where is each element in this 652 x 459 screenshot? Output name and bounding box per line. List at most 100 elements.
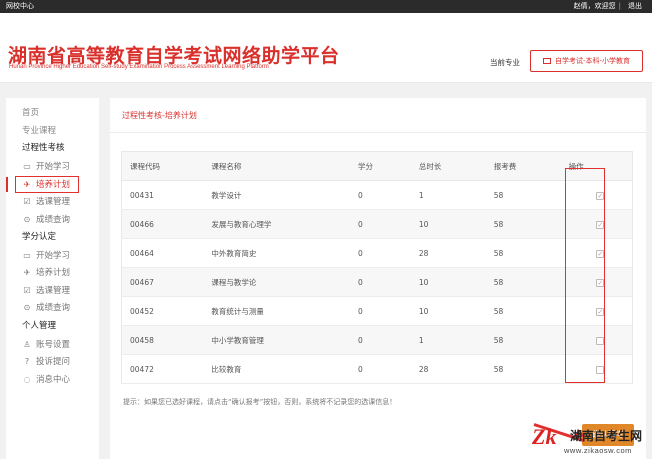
sidebar-item-messages[interactable]: ◌ 消息中心 xyxy=(6,372,99,388)
table-cell-fee: 58 xyxy=(493,209,569,239)
table-cell-name: 中小学教育管理 xyxy=(211,325,359,355)
table-cell-code: 00452 xyxy=(121,296,212,326)
table-cell-name: 发展与教育心理学 xyxy=(211,209,359,239)
sidebar-item-label: 投诉提问 xyxy=(36,357,71,367)
search-icon: ⊙ xyxy=(23,215,31,224)
watermark-name: 湖南自考生网 xyxy=(570,429,643,443)
table-cell-credit: 0 xyxy=(358,238,419,268)
monitor-icon: ▭ xyxy=(23,162,31,171)
table-row: 00458 中小学教育管理 0 1 58 xyxy=(121,325,633,355)
table-cell-credit: 0 xyxy=(358,180,419,210)
table-cell-credit: 0 xyxy=(358,267,419,297)
table-row: 00452 教育统计与测量 0 10 58 ✓ xyxy=(121,296,633,326)
sidebar-item-label: 选课管理 xyxy=(36,286,71,296)
column-header: 学分 xyxy=(358,151,419,181)
user-area: 赵倩，欢迎您 | 退出 xyxy=(571,0,642,13)
table-cell-fee: 58 xyxy=(493,238,569,268)
sidebar-item-label: 开始学习 xyxy=(36,162,71,172)
table-cell-name: 教学设计 xyxy=(211,180,359,210)
watermark-logo: Zk xyxy=(532,424,557,449)
divider xyxy=(110,132,646,133)
table-cell-fee: 58 xyxy=(493,296,569,326)
table-cell-hours: 10 xyxy=(418,296,494,326)
table-cell-name: 教育统计与测量 xyxy=(211,296,359,326)
user-icon: ♙ xyxy=(23,340,31,349)
sidebar-item-complaint[interactable]: ? 投诉提问 xyxy=(6,354,99,370)
table-cell-code: 00472 xyxy=(121,354,212,384)
sidebar-item-home[interactable]: 首页 xyxy=(6,105,99,121)
sidebar-item-training-plan-2[interactable]: ✈ 培养计划 xyxy=(6,265,99,281)
table-cell-hours: 28 xyxy=(418,354,494,384)
highlight-box xyxy=(565,168,605,383)
tip-text: 提示：如果您已选好课程，请点击“确认报考”按钮，否则，系统将不记录您的选课信息！ xyxy=(123,398,397,406)
user-greeting: 赵倩，欢迎您 xyxy=(573,2,616,10)
sidebar-item-course-select[interactable]: ☑ 选课管理 xyxy=(6,194,99,210)
table-cell-fee: 58 xyxy=(493,180,569,210)
table-cell-hours: 1 xyxy=(418,325,494,355)
site-center-link[interactable]: 网校中心 xyxy=(6,0,34,13)
table-cell-code: 00431 xyxy=(121,180,212,210)
watermark: Zk 湖南自考生网 www.zikaosw.com xyxy=(532,424,652,459)
sidebar-item-start-study[interactable]: ▭ 开始学习 xyxy=(6,159,99,175)
column-header: 总时长 xyxy=(418,151,494,181)
rocket-icon: ✈ xyxy=(23,268,31,277)
table-row: 00431 教学设计 0 1 58 ✓ xyxy=(121,180,633,210)
table-body: 00431 教学设计 0 1 58 ✓ 00466 发展与教育心理学 0 10 58 ✓ 00464 中外… xyxy=(121,180,633,384)
sidebar-item-label: 培养计划 xyxy=(36,268,71,278)
active-indicator xyxy=(6,177,8,192)
table-cell-hours: 1 xyxy=(418,180,494,210)
sidebar-item-label: 开始学习 xyxy=(36,251,71,261)
sidebar-item-score-query[interactable]: ⊙ 成绩查询 xyxy=(6,212,99,228)
table-header-row: 课程代码 课程名称 学分 总时长 报考费 操作 xyxy=(121,151,633,181)
table-cell-credit: 0 xyxy=(358,325,419,355)
sidebar-item-label: 成绩查询 xyxy=(36,303,71,313)
separator: | xyxy=(618,2,621,10)
highlight-box xyxy=(15,176,79,193)
sidebar-item-label: 选课管理 xyxy=(36,197,71,207)
sidebar: 首页 专业课程 过程性考核 ▭ 开始学习 ✈ 培养计划 ☑ 选课管理 ⊙ 成绩查询 学分… xyxy=(6,98,99,459)
table-cell-credit: 0 xyxy=(358,354,419,384)
page-subtitle: Hunan Province Higher Education Self-stu… xyxy=(9,64,269,70)
table-row: 00466 发展与教育心理学 0 10 58 ✓ xyxy=(121,209,633,239)
question-icon: ? xyxy=(24,357,30,366)
sidebar-item-course-select-2[interactable]: ☑ 选课管理 xyxy=(6,283,99,299)
course-table: 课程代码 课程名称 学分 总时长 报考费 操作 00431 教学设计 0 1 58 ✓ 00… xyxy=(121,151,633,384)
table-cell-code: 00458 xyxy=(121,325,212,355)
sidebar-item-start-study-2[interactable]: ▭ 开始学习 xyxy=(6,248,99,264)
top-bar: 网校中心 赵倩，欢迎您 | 退出 xyxy=(0,0,652,13)
sidebar-item-score-query-2[interactable]: ⊙ 成绩查询 xyxy=(6,300,99,316)
table-cell-fee: 58 xyxy=(493,354,569,384)
watermark-url: www.zikaosw.com xyxy=(564,446,632,455)
table-cell-hours: 10 xyxy=(418,209,494,239)
table-row: 00467 课程与教学论 0 10 58 ✓ xyxy=(121,267,633,297)
table-row: 00464 中外教育简史 0 28 58 ✓ xyxy=(121,238,633,268)
logout-link[interactable]: 退出 xyxy=(628,2,642,10)
sidebar-item-label: 成绩查询 xyxy=(36,215,71,225)
message-icon: ◌ xyxy=(23,375,31,384)
table-row: 00472 比较教育 0 28 58 xyxy=(121,354,633,384)
search-icon: ⊙ xyxy=(23,303,31,312)
table-cell-code: 00466 xyxy=(121,209,212,239)
table-cell-name: 课程与教学论 xyxy=(211,267,359,297)
table-cell-code: 00467 xyxy=(121,267,212,297)
column-header: 课程代码 xyxy=(121,151,212,181)
sidebar-section-personal[interactable]: 个人管理 xyxy=(6,318,99,334)
sidebar-section-credit[interactable]: 学分认定 xyxy=(6,229,99,245)
sidebar-section-process[interactable]: 过程性考核 xyxy=(6,140,99,156)
header: 湖南省高等教育自学考试网络助学平台 Hunan Province Higher … xyxy=(0,13,652,83)
sidebar-item-courses[interactable]: 专业课程 xyxy=(6,123,99,139)
table-cell-hours: 28 xyxy=(418,238,494,268)
table-cell-credit: 0 xyxy=(358,296,419,326)
table-cell-hours: 10 xyxy=(418,267,494,297)
checkbox-icon: ☑ xyxy=(23,286,31,295)
table-cell-credit: 0 xyxy=(358,209,419,239)
current-major-label: 当前专业 xyxy=(490,58,520,67)
breadcrumb: 过程性考核-培养计划 xyxy=(122,111,197,120)
sidebar-item-account[interactable]: ♙ 账号设置 xyxy=(6,337,99,353)
monitor-icon: ▭ xyxy=(23,251,31,260)
column-header: 报考费 xyxy=(493,151,569,181)
checkbox-icon: ☑ xyxy=(23,197,31,206)
current-major-button[interactable]: 自学考试-本科-小学教育 xyxy=(530,50,643,72)
sidebar-item-label: 账号设置 xyxy=(36,340,71,350)
monitor-icon xyxy=(542,58,551,64)
